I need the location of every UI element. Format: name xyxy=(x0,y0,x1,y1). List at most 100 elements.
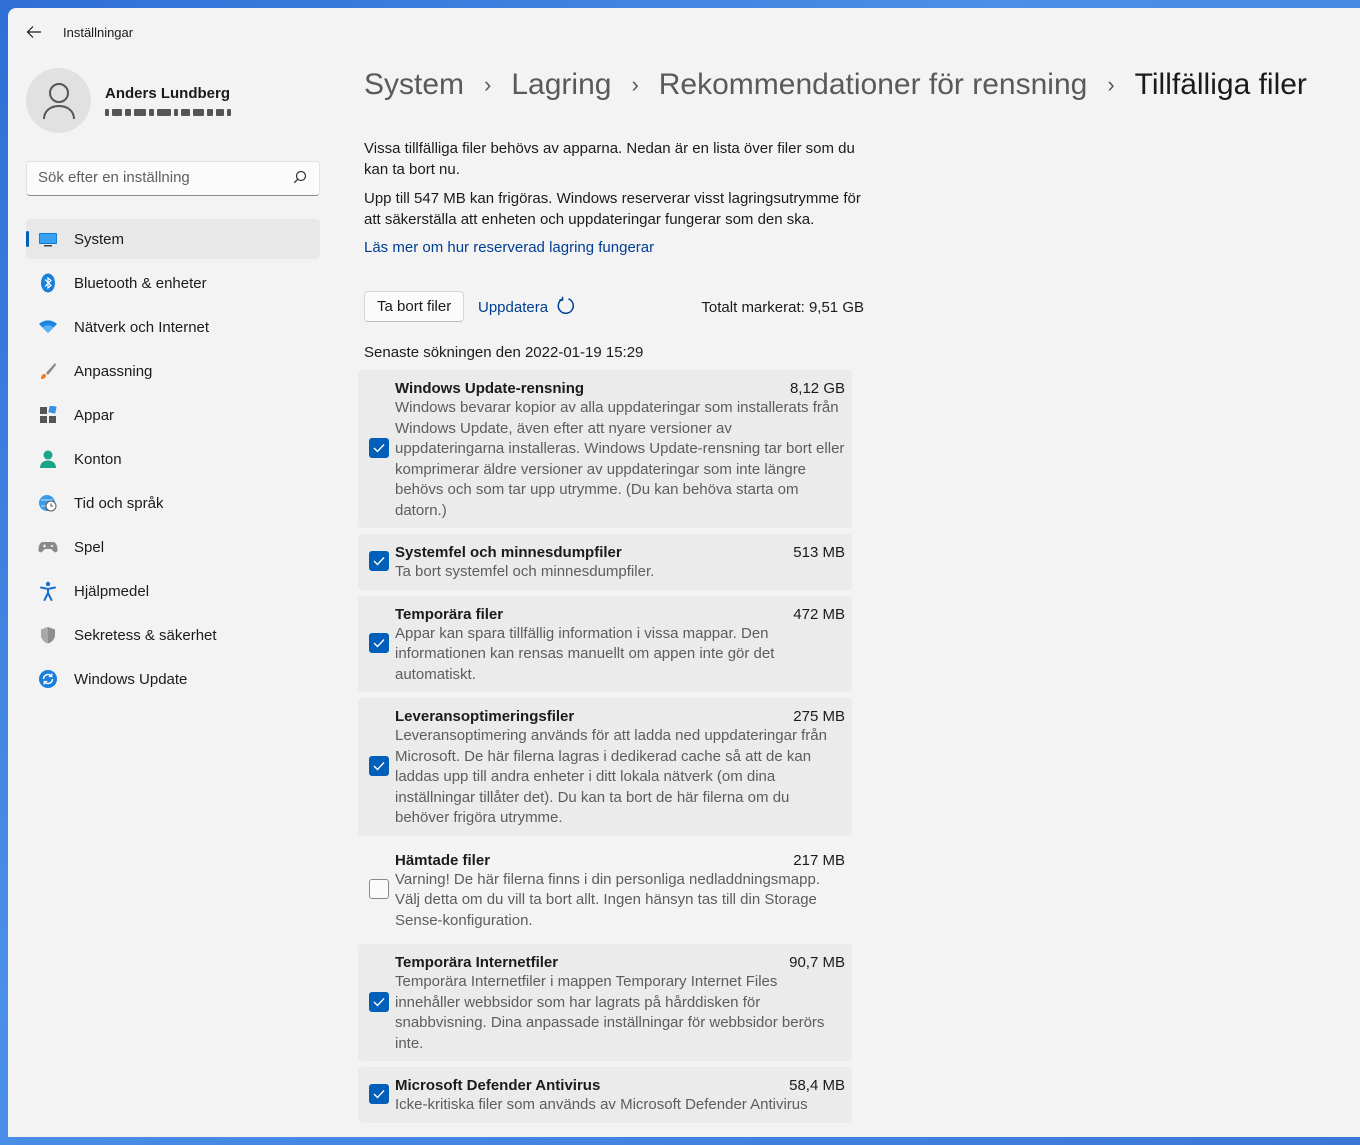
file-item-temporary-files[interactable]: Temporära filer 472 MB Appar kan spara ti… xyxy=(358,595,852,692)
sidebar-item-network[interactable]: Nätverk och Internet xyxy=(26,307,320,347)
sidebar-item-label: Bluetooth & enheter xyxy=(74,274,207,292)
file-name: Leveransoptimeringsfiler xyxy=(395,708,575,725)
file-name: Temporära Internetfiler xyxy=(395,954,559,971)
user-email-redacted xyxy=(105,105,285,119)
file-name: Hämtade filer xyxy=(395,851,491,869)
file-size: 275 MB xyxy=(793,708,845,725)
checkbox[interactable] xyxy=(369,550,389,571)
reserved-storage-text: Upp till 547 MB kan frigöras. Windows re… xyxy=(364,190,861,228)
search-input[interactable] xyxy=(27,162,278,193)
bluetooth-icon xyxy=(38,273,58,293)
checkmark-icon xyxy=(373,444,385,453)
file-description: Icke-kritiska filer som används av Micro… xyxy=(395,1096,808,1113)
accessibility-icon xyxy=(38,581,58,601)
back-button[interactable] xyxy=(20,20,48,44)
remove-files-button[interactable]: Ta bort filer xyxy=(364,291,465,322)
user-profile[interactable]: Anders Lundberg xyxy=(26,68,326,138)
settings-search xyxy=(26,161,320,196)
refresh-icon xyxy=(556,296,576,320)
file-description: Varning! De här filerna finns i din pers… xyxy=(395,870,820,929)
checkbox[interactable] xyxy=(369,991,389,1012)
sidebar-item-time-language[interactable]: Tid och språk xyxy=(26,483,320,523)
sidebar-item-accounts[interactable]: Konton xyxy=(26,439,320,479)
avatar xyxy=(26,68,91,133)
sidebar-item-system[interactable]: System xyxy=(26,219,320,259)
sidebar-item-bluetooth[interactable]: Bluetooth & enheter xyxy=(26,263,320,303)
file-item-system-error-dumps[interactable]: Systemfel och minnesdumpfiler 513 MB Ta b… xyxy=(358,534,852,590)
sidebar-item-label: Hjälpmedel xyxy=(74,582,150,600)
checkbox[interactable] xyxy=(369,878,389,899)
update-icon xyxy=(38,669,58,689)
sidebar-item-label: Tid och språk xyxy=(74,494,164,512)
intro-text: Vissa tillfälliga filer behövs av apparn… xyxy=(364,140,855,178)
total-selected: Totalt markerat: 9,51 GB xyxy=(701,299,864,316)
person-avatar-icon xyxy=(42,82,75,119)
user-name: Anders Lundberg xyxy=(105,85,231,102)
refresh-button[interactable]: Uppdatera xyxy=(478,291,576,324)
sidebar-item-label: Konton xyxy=(74,450,122,468)
sidebar-item-label: Sekretess & säkerhet xyxy=(74,626,217,644)
sidebar-item-apps[interactable]: Appar xyxy=(26,395,320,435)
toolbar: Ta bort filer Uppdatera Totalt markerat:… xyxy=(364,291,864,324)
sidebar-item-windows-update[interactable]: Windows Update xyxy=(26,659,320,699)
checkbox[interactable] xyxy=(369,438,389,458)
last-scan-label: Senaste sökningen den 2022-01-19 15:29 xyxy=(364,344,644,361)
checkmark-icon xyxy=(373,1089,385,1099)
file-description: Appar kan spara tillfällig information i… xyxy=(395,624,775,683)
title-bar: Inställningar xyxy=(8,8,1360,56)
app-title: Inställningar xyxy=(63,25,134,40)
file-item-defender-antivirus[interactable]: Microsoft Defender Antivirus 58,4 MB Icke… xyxy=(358,1067,852,1123)
file-size: 217 MB xyxy=(793,851,845,869)
file-list: Windows Update-rensning 8,12 GB Windows b… xyxy=(358,370,852,1129)
checkbox[interactable] xyxy=(369,632,389,653)
refresh-label: Uppdatera xyxy=(478,299,549,316)
checkbox[interactable] xyxy=(369,755,389,776)
sidebar-item-privacy[interactable]: Sekretess & säkerhet xyxy=(26,615,320,655)
person-icon xyxy=(38,449,58,469)
sidebar-item-label: Windows Update xyxy=(74,670,188,688)
file-size: 472 MB xyxy=(793,605,845,623)
shield-icon xyxy=(38,625,58,645)
file-item-downloads[interactable]: Hämtade filer 217 MB Varning! De här file… xyxy=(358,842,852,939)
sidebar-item-label: Anpassning xyxy=(74,362,153,380)
apps-icon xyxy=(38,405,58,425)
file-description: Leveransoptimering används för att ladda… xyxy=(395,727,827,826)
file-item-temporary-internet-files[interactable]: Temporära Internetfiler 90,7 MB Temporära… xyxy=(358,944,852,1061)
file-item-windows-update-cleanup[interactable]: Windows Update-rensning 8,12 GB Windows b… xyxy=(358,370,852,528)
sidebar-nav: System Bluetooth & enheter Nätverk och I… xyxy=(26,219,320,703)
file-size: 8,12 GB xyxy=(789,380,845,397)
gamepad-icon xyxy=(38,537,58,557)
file-size: 90,7 MB xyxy=(789,954,845,971)
file-name: Temporära filer xyxy=(395,605,504,623)
settings-window: Inställningar Anders Lundberg System Blu… xyxy=(8,8,1360,1137)
sidebar-item-label: Spel xyxy=(74,538,105,556)
breadcrumb: System › Lagring › Rekommendationer för … xyxy=(364,68,1307,102)
file-name: Microsoft Defender Antivirus xyxy=(395,1077,601,1094)
file-description: Temporära Internetfiler i mappen Tempora… xyxy=(395,973,825,1052)
checkmark-icon xyxy=(373,556,385,566)
display-icon xyxy=(38,229,58,249)
sidebar-item-accessibility[interactable]: Hjälpmedel xyxy=(26,571,320,611)
breadcrumb-storage[interactable]: Lagring xyxy=(511,68,611,102)
file-name: Systemfel och minnesdumpfiler xyxy=(395,544,622,561)
sidebar-item-gaming[interactable]: Spel xyxy=(26,527,320,567)
breadcrumb-system[interactable]: System xyxy=(364,68,464,102)
globe-clock-icon xyxy=(38,493,58,513)
file-description: Windows bevarar kopior av alla uppdateri… xyxy=(395,399,845,519)
file-item-delivery-optimization[interactable]: Leveransoptimeringsfiler 275 MB Leveranso… xyxy=(358,698,852,836)
brush-icon xyxy=(38,361,58,381)
sidebar-item-label: Appar xyxy=(74,406,115,424)
checkbox[interactable] xyxy=(369,1083,389,1104)
checkmark-icon xyxy=(373,761,385,771)
learn-more-link[interactable]: Läs mer om hur reserverad lagring funger… xyxy=(364,239,654,256)
wifi-icon xyxy=(38,317,58,337)
search-icon[interactable] xyxy=(293,170,307,189)
checkmark-icon xyxy=(373,638,385,648)
chevron-right-icon: › xyxy=(484,72,492,97)
checkmark-icon xyxy=(373,997,385,1007)
chevron-right-icon: › xyxy=(631,72,639,97)
back-arrow-icon xyxy=(26,26,41,38)
sidebar-item-label: Nätverk och Internet xyxy=(74,318,210,336)
breadcrumb-cleanup-recommendations[interactable]: Rekommendationer för rensning xyxy=(659,68,1088,102)
sidebar-item-personalization[interactable]: Anpassning xyxy=(26,351,320,391)
